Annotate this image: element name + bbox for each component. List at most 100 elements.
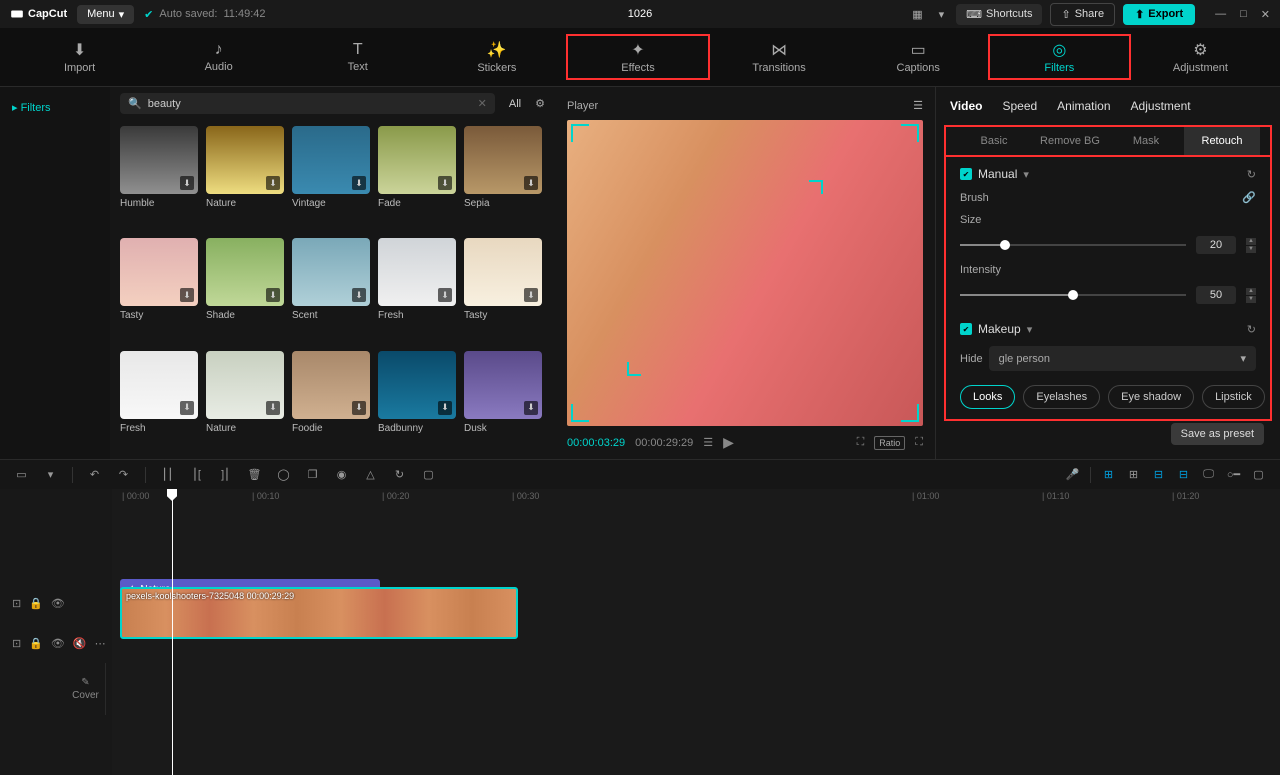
video-clip[interactable]: pexels-koolshooters-7325048 00:00:29:29 bbox=[120, 587, 518, 639]
sort-icon[interactable]: ⚙ bbox=[535, 97, 545, 110]
lock2-icon[interactable]: 🔒 bbox=[29, 637, 43, 650]
lock-icon[interactable]: ⊡ bbox=[12, 637, 21, 650]
copy-icon[interactable]: ❐ bbox=[305, 468, 320, 481]
search-input-wrapper[interactable]: 🔍 ✕ bbox=[120, 93, 495, 114]
media-tab-transitions[interactable]: ⋈Transitions bbox=[710, 34, 849, 80]
menu-button[interactable]: Menu▾ bbox=[77, 5, 134, 24]
filter-sepia[interactable]: ⬇Sepia bbox=[464, 126, 542, 228]
makeup-chip-lipstick[interactable]: Lipstick bbox=[1202, 385, 1265, 409]
brush-link-icon[interactable]: 🔗 bbox=[1242, 191, 1256, 204]
mute-icon[interactable]: 🔇 bbox=[73, 637, 87, 650]
lock-icon[interactable]: ⊡ bbox=[12, 597, 21, 610]
maximize-button[interactable]: □ bbox=[1240, 8, 1247, 21]
filter-fresh[interactable]: ⬇Fresh bbox=[378, 238, 456, 340]
lock2-icon[interactable]: 🔒 bbox=[29, 597, 43, 610]
media-tab-audio[interactable]: ♪Audio bbox=[149, 34, 288, 80]
download-icon[interactable]: ⬇ bbox=[524, 176, 538, 190]
filter-badbunny[interactable]: ⬇Badbunny bbox=[378, 351, 456, 453]
shortcuts-button[interactable]: ⌨ Shortcuts bbox=[956, 4, 1042, 25]
filter-tasty[interactable]: ⬇Tasty bbox=[464, 238, 542, 340]
download-icon[interactable]: ⬇ bbox=[180, 401, 194, 415]
snap-icon-2[interactable]: ⊞ bbox=[1126, 468, 1141, 481]
intensity-step-down[interactable]: ▼ bbox=[1246, 296, 1256, 303]
minimize-button[interactable]: — bbox=[1215, 8, 1226, 21]
media-tab-text[interactable]: TText bbox=[288, 34, 427, 80]
download-icon[interactable]: ⬇ bbox=[438, 288, 452, 302]
makeup-chip-eyelashes[interactable]: Eyelashes bbox=[1023, 385, 1100, 409]
layout-icon[interactable]: ▦ bbox=[908, 6, 926, 23]
size-slider[interactable] bbox=[960, 244, 1186, 246]
filter-vintage[interactable]: ⬇Vintage bbox=[292, 126, 370, 228]
media-tab-adjustment[interactable]: ⚙Adjustment bbox=[1131, 34, 1270, 80]
download-icon[interactable]: ⬇ bbox=[352, 288, 366, 302]
cover-button[interactable]: ✎ Cover bbox=[66, 663, 106, 715]
intensity-value-input[interactable] bbox=[1196, 286, 1236, 304]
player-menu-icon[interactable]: ☰ bbox=[913, 99, 923, 112]
delete-icon[interactable]: 🗑 bbox=[247, 468, 262, 481]
download-icon[interactable]: ⬇ bbox=[438, 401, 452, 415]
save-preset-button[interactable]: Save as preset bbox=[1171, 423, 1264, 445]
inspector-subtab-basic[interactable]: Basic bbox=[956, 127, 1032, 155]
ratio-button[interactable]: Ratio bbox=[874, 436, 905, 450]
select-dropdown-icon[interactable]: ▾ bbox=[43, 468, 58, 481]
clear-icon[interactable]: ✕ bbox=[478, 97, 487, 110]
filter-dusk[interactable]: ⬇Dusk bbox=[464, 351, 542, 453]
filter-fade[interactable]: ⬇Fade bbox=[378, 126, 456, 228]
playhead[interactable] bbox=[172, 489, 173, 775]
filter-foodie[interactable]: ⬇Foodie bbox=[292, 351, 370, 453]
undo-icon[interactable]: ↶ bbox=[87, 468, 102, 481]
size-step-down[interactable]: ▼ bbox=[1246, 246, 1256, 253]
trim-right-icon[interactable]: ]⎮ bbox=[218, 468, 233, 481]
filter-shade[interactable]: ⬇Shade bbox=[206, 238, 284, 340]
timeline-ruler[interactable]: | 00:00| 00:10| 00:20| 00:30| 01:00| 01:… bbox=[112, 489, 1280, 511]
media-tab-filters[interactable]: ◎Filters bbox=[988, 34, 1131, 80]
inspector-tab-adjustment[interactable]: Adjustment bbox=[1131, 99, 1191, 113]
reset-makeup-icon[interactable]: ↻ bbox=[1247, 323, 1256, 336]
media-tab-stickers[interactable]: ✨Stickers bbox=[427, 34, 566, 80]
manual-checkbox[interactable]: ✔ bbox=[960, 168, 972, 180]
download-icon[interactable]: ⬇ bbox=[180, 176, 194, 190]
monitor-icon[interactable]: 🖵 bbox=[1201, 468, 1216, 481]
eye-icon[interactable]: 👁 bbox=[51, 597, 65, 610]
download-icon[interactable]: ⬇ bbox=[352, 176, 366, 190]
download-icon[interactable]: ⬇ bbox=[352, 401, 366, 415]
inspector-subtab-remove-bg[interactable]: Remove BG bbox=[1032, 127, 1108, 155]
zoom-slider-icon[interactable]: ○━ bbox=[1226, 468, 1241, 481]
size-step-up[interactable]: ▲ bbox=[1246, 238, 1256, 245]
player-canvas[interactable] bbox=[567, 120, 923, 426]
shield-icon[interactable]: ◯ bbox=[276, 468, 291, 481]
snap-icon-3[interactable]: ⊟ bbox=[1151, 468, 1166, 481]
inspector-subtab-retouch[interactable]: Retouch bbox=[1184, 127, 1260, 155]
person-dropdown[interactable]: gle person▾ bbox=[989, 346, 1256, 371]
rotate-icon[interactable]: ↻ bbox=[392, 468, 407, 481]
mic-icon[interactable]: 🎤 bbox=[1065, 468, 1080, 481]
makeup-chip-looks[interactable]: Looks bbox=[960, 385, 1015, 409]
filter-nature[interactable]: ⬇Nature bbox=[206, 351, 284, 453]
filter-humble[interactable]: ⬇Humble bbox=[120, 126, 198, 228]
mirror-icon[interactable]: △ bbox=[363, 468, 378, 481]
makeup-chip-eye-shadow[interactable]: Eye shadow bbox=[1108, 385, 1194, 409]
layout-dropdown-icon[interactable]: ▾ bbox=[935, 6, 949, 23]
share-button[interactable]: ⇧ Share bbox=[1050, 3, 1115, 26]
record-icon[interactable]: ◉ bbox=[334, 468, 349, 481]
trim-left-icon[interactable]: ⎮[ bbox=[189, 468, 204, 481]
play-button[interactable]: ▶ bbox=[723, 434, 734, 451]
makeup-checkbox[interactable]: ✔ bbox=[960, 323, 972, 335]
crop-icon[interactable]: ⛶ bbox=[857, 436, 865, 449]
filter-scent[interactable]: ⬇Scent bbox=[292, 238, 370, 340]
reset-manual-icon[interactable]: ↻ bbox=[1247, 168, 1256, 181]
select-tool-icon[interactable]: ▭ bbox=[14, 468, 29, 481]
more-icon[interactable]: ⋯ bbox=[95, 637, 106, 650]
media-tab-captions[interactable]: ▭Captions bbox=[849, 34, 988, 80]
intensity-slider[interactable] bbox=[960, 294, 1186, 296]
media-tab-effects[interactable]: ✦Effects bbox=[566, 34, 709, 80]
search-input[interactable] bbox=[148, 98, 472, 110]
export-button[interactable]: ⬆ Export bbox=[1123, 4, 1195, 25]
snap-icon-1[interactable]: ⊞ bbox=[1101, 468, 1116, 481]
inspector-subtab-mask[interactable]: Mask bbox=[1108, 127, 1184, 155]
intensity-step-up[interactable]: ▲ bbox=[1246, 288, 1256, 295]
inspector-tab-video[interactable]: Video bbox=[950, 99, 982, 113]
download-icon[interactable]: ⬇ bbox=[438, 176, 452, 190]
size-value-input[interactable] bbox=[1196, 236, 1236, 254]
download-icon[interactable]: ⬇ bbox=[524, 288, 538, 302]
